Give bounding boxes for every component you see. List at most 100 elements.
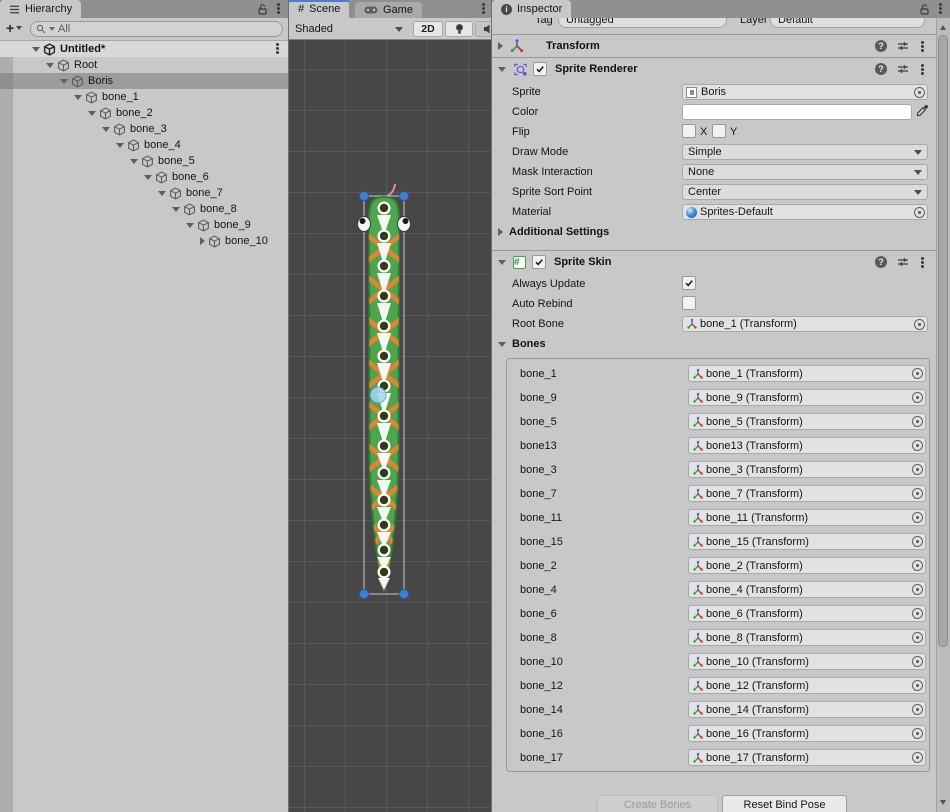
sprite-skin-enabled-checkbox[interactable] bbox=[532, 255, 546, 269]
tab-scene[interactable]: Scene bbox=[289, 0, 349, 18]
bone-sphere-gizmo[interactable] bbox=[370, 387, 386, 403]
bone-object-field[interactable]: bone13 (Transform) bbox=[688, 437, 926, 454]
collapse-arrow-icon[interactable] bbox=[498, 67, 506, 72]
presets-icon[interactable] bbox=[897, 256, 909, 271]
collapse-arrow-icon[interactable] bbox=[46, 63, 54, 68]
object-picker-icon[interactable] bbox=[912, 488, 923, 499]
kebab-menu-icon[interactable] bbox=[482, 3, 485, 15]
shading-mode-dropdown[interactable]: Shaded bbox=[295, 21, 407, 37]
presets-icon[interactable] bbox=[897, 63, 909, 78]
collapse-arrow-icon[interactable] bbox=[158, 191, 166, 196]
sprite-object-field[interactable]: Boris bbox=[682, 84, 928, 100]
lock-icon[interactable] bbox=[919, 3, 930, 15]
bone-object-field[interactable]: bone_8 (Transform) bbox=[688, 629, 926, 646]
hierarchy-item-root[interactable]: Root bbox=[0, 57, 288, 73]
bone-object-field[interactable]: bone_2 (Transform) bbox=[688, 557, 926, 574]
collapse-arrow-icon[interactable] bbox=[74, 95, 82, 100]
collapse-arrow-icon[interactable] bbox=[144, 175, 152, 180]
eyedropper-icon[interactable] bbox=[916, 104, 929, 122]
object-picker-icon[interactable] bbox=[912, 392, 923, 403]
help-icon[interactable]: ? bbox=[875, 256, 887, 268]
collapse-arrow-icon[interactable] bbox=[130, 159, 138, 164]
auto-rebind-checkbox[interactable] bbox=[682, 296, 696, 310]
expand-arrow-icon[interactable] bbox=[498, 42, 503, 50]
bone-object-field[interactable]: bone_4 (Transform) bbox=[688, 581, 926, 598]
kebab-menu-icon[interactable] bbox=[277, 3, 280, 15]
object-picker-icon[interactable] bbox=[912, 728, 923, 739]
kebab-menu-icon[interactable] bbox=[939, 3, 942, 15]
scroll-up-arrow-icon[interactable] bbox=[940, 25, 946, 30]
hierarchy-item-bone-5[interactable]: bone_5 bbox=[0, 153, 288, 169]
object-picker-icon[interactable] bbox=[912, 680, 923, 691]
tab-game[interactable]: Game bbox=[355, 2, 422, 18]
hierarchy-item-bone-4[interactable]: bone_4 bbox=[0, 137, 288, 153]
flip-y-checkbox[interactable] bbox=[712, 124, 726, 138]
2d-toggle-button[interactable]: 2D bbox=[413, 21, 443, 37]
scene-lighting-button[interactable] bbox=[445, 21, 473, 37]
object-picker-icon[interactable] bbox=[912, 464, 923, 475]
bone-object-field[interactable]: bone_3 (Transform) bbox=[688, 461, 926, 478]
hierarchy-item-boris[interactable]: Boris bbox=[0, 73, 288, 89]
sprite-skin-component-header[interactable]: Sprite Skin ? bbox=[492, 250, 936, 273]
bone-object-field[interactable]: bone_12 (Transform) bbox=[688, 677, 926, 694]
collapse-arrow-icon[interactable] bbox=[88, 111, 96, 116]
object-picker-icon[interactable] bbox=[912, 512, 923, 523]
scroll-down-arrow-icon[interactable] bbox=[940, 800, 946, 805]
scene-audio-button[interactable] bbox=[475, 21, 492, 37]
object-picker-icon[interactable] bbox=[912, 608, 923, 619]
bone-object-field[interactable]: bone_14 (Transform) bbox=[688, 701, 926, 718]
bone-object-field[interactable]: bone_7 (Transform) bbox=[688, 485, 926, 502]
search-input[interactable]: All bbox=[30, 21, 283, 37]
sprite-renderer-component-header[interactable]: Sprite Renderer ? bbox=[492, 57, 936, 80]
object-picker-icon[interactable] bbox=[912, 656, 923, 667]
collapse-arrow-icon[interactable] bbox=[102, 127, 110, 132]
help-icon[interactable]: ? bbox=[875, 63, 887, 75]
hierarchy-item-bone-2[interactable]: bone_2 bbox=[0, 105, 288, 121]
sprite-renderer-enabled-checkbox[interactable] bbox=[533, 62, 547, 76]
hierarchy-item-bone-6[interactable]: bone_6 bbox=[0, 169, 288, 185]
hierarchy-item-bone-7[interactable]: bone_7 bbox=[0, 185, 288, 201]
hierarchy-item-bone-3[interactable]: bone_3 bbox=[0, 121, 288, 137]
bone-object-field[interactable]: bone_5 (Transform) bbox=[688, 413, 926, 430]
help-icon[interactable]: ? bbox=[875, 40, 887, 52]
additional-settings-foldout[interactable]: Additional Settings bbox=[498, 226, 609, 238]
material-object-field[interactable]: Sprites-Default bbox=[682, 204, 928, 220]
draw-mode-dropdown[interactable]: Simple bbox=[682, 144, 928, 160]
bones-foldout[interactable]: Bones bbox=[498, 338, 546, 350]
sprite-sort-point-dropdown[interactable]: Center bbox=[682, 184, 928, 200]
object-picker-icon[interactable] bbox=[912, 632, 923, 643]
collapse-arrow-icon[interactable] bbox=[172, 207, 180, 212]
kebab-menu-icon[interactable] bbox=[921, 41, 924, 53]
hierarchy-item-bone-9[interactable]: bone_9 bbox=[0, 217, 288, 233]
kebab-menu-icon[interactable] bbox=[276, 43, 279, 55]
hierarchy-item-bone-10[interactable]: bone_10 bbox=[0, 233, 288, 249]
reset-bind-pose-button[interactable]: Reset Bind Pose bbox=[722, 795, 847, 812]
object-picker-icon[interactable] bbox=[912, 752, 923, 763]
bone-object-field[interactable]: bone_9 (Transform) bbox=[688, 389, 926, 406]
color-swatch[interactable] bbox=[682, 104, 912, 120]
collapse-arrow-icon[interactable] bbox=[60, 79, 68, 84]
bone-object-field[interactable]: bone_11 (Transform) bbox=[688, 509, 926, 526]
layer-dropdown[interactable]: Default bbox=[770, 18, 925, 28]
add-object-button[interactable]: + bbox=[6, 21, 22, 35]
object-picker-icon[interactable] bbox=[914, 87, 925, 98]
object-picker-icon[interactable] bbox=[912, 584, 923, 595]
tag-dropdown[interactable]: Untagged bbox=[558, 18, 727, 28]
collapse-arrow-icon[interactable] bbox=[32, 47, 40, 52]
hierarchy-item-bone-8[interactable]: bone_8 bbox=[0, 201, 288, 217]
kebab-menu-icon[interactable] bbox=[921, 257, 924, 269]
root-bone-object-field[interactable]: bone_1 (Transform) bbox=[682, 316, 928, 332]
object-picker-icon[interactable] bbox=[912, 536, 923, 547]
collapse-arrow-icon[interactable] bbox=[186, 223, 194, 228]
bone-object-field[interactable]: bone_17 (Transform) bbox=[688, 749, 926, 766]
bone-object-field[interactable]: bone_15 (Transform) bbox=[688, 533, 926, 550]
object-picker-icon[interactable] bbox=[912, 416, 923, 427]
scrollbar-thumb[interactable] bbox=[938, 35, 948, 647]
expand-arrow-icon[interactable] bbox=[200, 237, 205, 245]
transform-component-header[interactable]: Transform ? bbox=[492, 34, 936, 57]
object-picker-icon[interactable] bbox=[912, 368, 923, 379]
bone-object-field[interactable]: bone_6 (Transform) bbox=[688, 605, 926, 622]
hierarchy-item-untitled[interactable]: Untitled* bbox=[0, 41, 288, 57]
mask-interaction-dropdown[interactable]: None bbox=[682, 164, 928, 180]
hierarchy-item-bone-1[interactable]: bone_1 bbox=[0, 89, 288, 105]
